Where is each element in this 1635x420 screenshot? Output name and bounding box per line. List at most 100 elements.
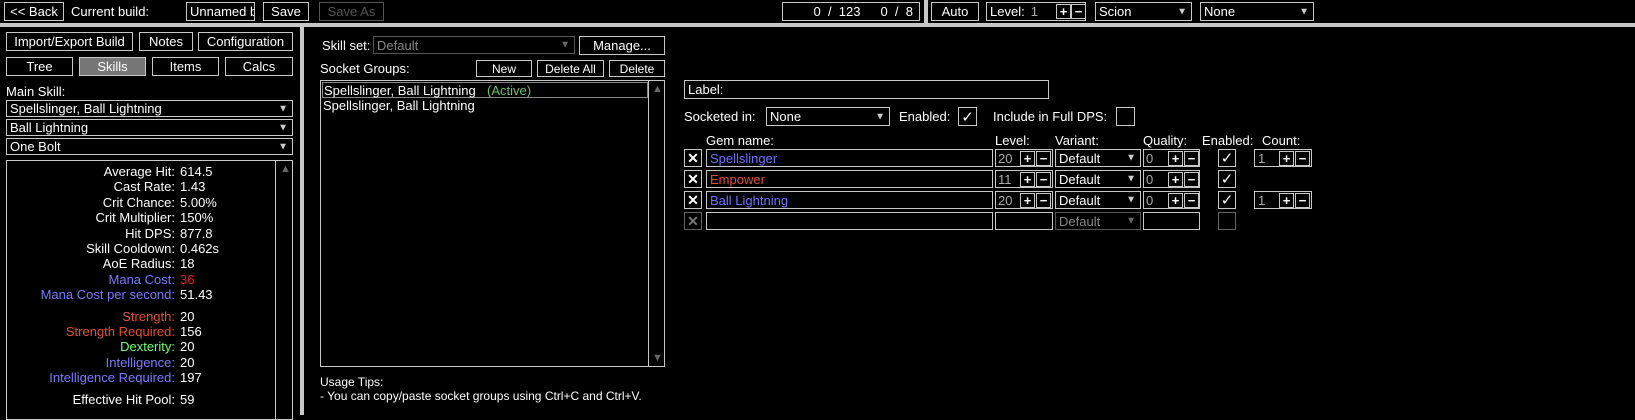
gem-level-plus-icon[interactable]: + (1020, 193, 1035, 208)
socket-group-list: Spellslinger, Ball Lightning (Active) Sp… (320, 80, 665, 367)
manage-button[interactable]: Manage... (579, 36, 665, 55)
stat-label: Average Hit: (103, 164, 175, 179)
level-plus-icon[interactable]: + (1056, 4, 1071, 19)
chevron-down-icon: ▼ (560, 39, 570, 51)
count-header: Count: (1262, 133, 1301, 148)
delete-all-button[interactable]: Delete All (537, 60, 604, 77)
stat-value: 20 (180, 308, 195, 324)
gem-variant-value: Default (1059, 192, 1101, 208)
tab-calcs[interactable]: Calcs (225, 57, 293, 76)
full-dps-checkbox[interactable] (1116, 107, 1135, 126)
gem-enabled-checkbox[interactable]: ✓ (1218, 191, 1236, 209)
gem-quality-minus-icon[interactable]: − (1184, 172, 1199, 187)
gem-quality-plus-icon[interactable]: + (1168, 151, 1183, 166)
gem-enabled-checkbox[interactable]: ✓ (1218, 170, 1236, 188)
chevron-down-icon: ▼ (1299, 6, 1309, 17)
skill-set-dropdown[interactable]: Default ▼ (373, 36, 575, 54)
gem-enabled-checkbox[interactable] (1218, 212, 1236, 230)
gem-quality-plus-icon[interactable]: + (1168, 172, 1183, 187)
quality-header: Quality: (1143, 133, 1188, 148)
stat-label: Intelligence Required: (49, 370, 175, 386)
scroll-down-icon[interactable]: ▼ (652, 352, 663, 364)
stats-list: Average Hit: 614.5 Cast Rate: 1.43 Crit Chan… (7, 164, 275, 419)
remove-gem-icon[interactable]: ✕ (684, 191, 702, 209)
gem-name-input[interactable] (706, 212, 993, 230)
socket-group-row[interactable]: Spellslinger, Ball Lightning (Active) (322, 82, 648, 98)
socketed-in-dropdown[interactable]: None ▼ (766, 107, 890, 126)
gem-quality-minus-icon[interactable]: − (1184, 151, 1199, 166)
full-dps-label: Include in Full DPS: (993, 109, 1108, 124)
gem-variant-dropdown[interactable]: Default ▼ (1055, 191, 1141, 209)
configuration-button[interactable]: Configuration (198, 32, 293, 51)
stat-value: 877.8 (180, 225, 213, 241)
gem-variant-dropdown[interactable]: Default ▼ (1055, 212, 1141, 230)
tab-tree[interactable]: Tree (6, 57, 73, 76)
points-counter: 0 / 123 0 / 8 (782, 2, 920, 21)
gem-enabled-checkbox[interactable]: ✓ (1218, 149, 1236, 167)
socket-group-scrollbar[interactable]: ▲ ▼ (648, 81, 664, 366)
main-skill-dropdown[interactable]: Spellslinger, Ball Lightning ▼ (6, 100, 293, 117)
stat-label: Mana Cost: (108, 271, 175, 287)
enabled-header: Enabled: (1202, 133, 1254, 148)
gem-level-plus-icon[interactable]: + (1020, 151, 1035, 166)
gem-count-minus-icon[interactable]: − (1295, 151, 1310, 166)
stat-label: Strength Required: (65, 324, 175, 339)
gem-level-minus-icon[interactable]: − (1036, 172, 1051, 187)
save-button[interactable]: Save (263, 2, 309, 21)
class-dropdown[interactable]: Scion ▼ (1095, 2, 1192, 21)
gem-level-plus-icon[interactable]: + (1020, 172, 1035, 187)
active-skill-dropdown[interactable]: Ball Lightning ▼ (6, 119, 293, 136)
stat-label: Mana Cost per second: (40, 287, 175, 303)
build-name-field[interactable]: Unnamed build (186, 2, 255, 21)
stat-row: Mana Cost: 36 (7, 272, 292, 288)
gem-count-minus-icon[interactable]: − (1295, 193, 1310, 208)
socket-group-name: Spellslinger, Ball Lightning (324, 83, 476, 98)
gem-level-minus-icon[interactable]: − (1036, 193, 1051, 208)
notes-button[interactable]: Notes (139, 32, 193, 51)
remove-gem-icon[interactable]: ✕ (684, 212, 702, 230)
socket-groups-label: Socket Groups: (320, 61, 410, 76)
scroll-up-icon[interactable]: ▲ (652, 83, 663, 95)
skill-part-dropdown[interactable]: One Bolt ▼ (6, 138, 293, 155)
tab-skills[interactable]: Skills (79, 57, 146, 76)
gem-quality-minus-icon[interactable]: − (1184, 193, 1199, 208)
import-export-button[interactable]: Import/Export Build (6, 32, 133, 51)
passive-points-value: 0 / 123 (813, 4, 861, 19)
stat-row: Strength Required: 156 (7, 324, 292, 340)
socket-group-status: (Active) (487, 83, 532, 98)
stat-value: 1.43 (180, 179, 206, 195)
gem-name-input[interactable]: Spellslinger (706, 149, 993, 167)
gem-level-minus-icon[interactable]: − (1036, 151, 1051, 166)
save-as-button[interactable]: Save As (319, 2, 384, 21)
stats-panel: ▲ Average Hit: 614.5 Cast Rate: 1.43 Crit Ch… (6, 160, 293, 420)
ascendancy-dropdown[interactable]: None ▼ (1200, 2, 1314, 21)
chevron-down-icon: ▼ (1126, 173, 1136, 185)
back-button[interactable]: << Back (4, 2, 64, 21)
label-input[interactable]: Label: (684, 80, 1049, 99)
stat-label: Skill Cooldown: (86, 241, 175, 256)
remove-gem-icon[interactable]: ✕ (684, 170, 702, 188)
skill-set-label: Skill set: (322, 38, 371, 53)
remove-gem-icon[interactable]: ✕ (684, 149, 702, 167)
delete-button[interactable]: Delete (609, 60, 665, 77)
gem-count-plus-icon[interactable]: + (1279, 151, 1294, 166)
gem-quality-input[interactable] (1143, 212, 1200, 230)
gem-level-input[interactable] (995, 212, 1053, 230)
level-header: Level: (995, 133, 1030, 148)
new-socket-group-button[interactable]: New (476, 60, 532, 77)
gem-name-input[interactable]: Ball Lightning (706, 191, 993, 209)
level-field[interactable]: Level: 1 + − (986, 2, 1086, 21)
level-value: 1 (1030, 4, 1038, 19)
level-minus-icon[interactable]: − (1071, 4, 1085, 19)
socket-group-row[interactable]: Spellslinger, Ball Lightning (322, 98, 648, 114)
gem-variant-dropdown[interactable]: Default ▼ (1055, 170, 1141, 188)
gem-count-plus-icon[interactable]: + (1279, 193, 1294, 208)
enabled-checkbox[interactable]: ✓ (958, 107, 977, 126)
gem-variant-dropdown[interactable]: Default ▼ (1055, 149, 1141, 167)
enabled-label: Enabled: (899, 109, 951, 124)
gem-name-input[interactable]: Empower (706, 170, 993, 188)
tab-items[interactable]: Items (152, 57, 219, 76)
auto-level-button[interactable]: Auto (931, 2, 979, 21)
gem-quality-plus-icon[interactable]: + (1168, 193, 1183, 208)
stat-label: Crit Chance: (102, 194, 175, 210)
